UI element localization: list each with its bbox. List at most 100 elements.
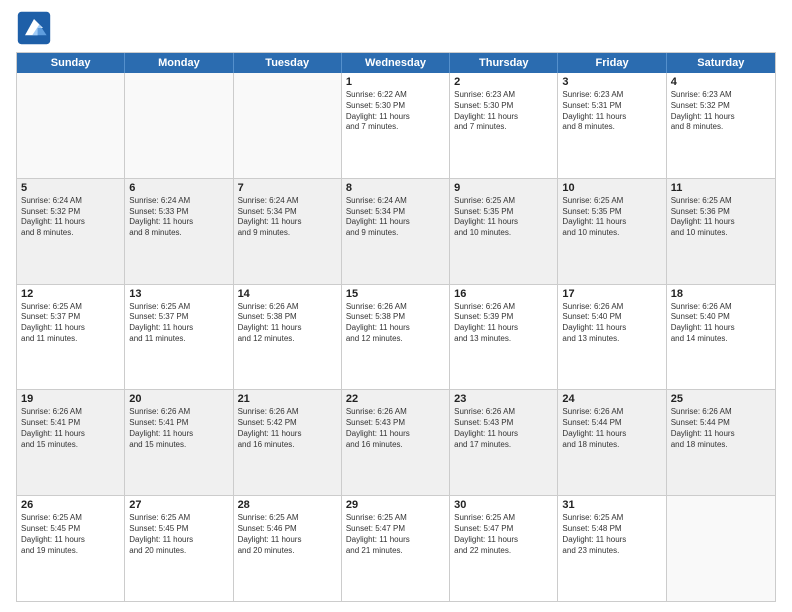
day-number: 27	[129, 499, 228, 511]
calendar-cell: 28Sunrise: 6:25 AM Sunset: 5:46 PM Dayli…	[234, 496, 342, 601]
calendar-cell: 6 Sunrise: 6:24 AM Sunset: 5:33 PM Daylig…	[125, 179, 233, 284]
calendar-cell: 25 Sunrise: 6:26 AM Sunset: 5:44 PM Dayli…	[667, 390, 775, 495]
day-info: Sunrise: 6:26 AM Sunset: 5:40 PM Dayligh…	[671, 302, 771, 345]
calendar-cell: 1Sunrise: 6:22 AM Sunset: 5:30 PM Daylig…	[342, 73, 450, 178]
day-info: Sunrise: 6:25 AM Sunset: 5:45 PM Dayligh…	[129, 513, 228, 556]
calendar-cell: 13 Sunrise: 6:25 AM Sunset: 5:37 PM Dayli…	[125, 285, 233, 390]
weekday-header-sunday: Sunday	[17, 53, 125, 73]
day-info: Sunrise: 6:25 AM Sunset: 5:37 PM Dayligh…	[129, 302, 228, 345]
day-info: Sunrise: 6:25 AM Sunset: 5:48 PM Dayligh…	[562, 513, 661, 556]
day-info: Sunrise: 6:26 AM Sunset: 5:41 PM Dayligh…	[129, 407, 228, 450]
day-number: 25	[671, 393, 771, 405]
day-number: 23	[454, 393, 553, 405]
header	[16, 10, 776, 46]
day-number: 14	[238, 288, 337, 300]
day-info: Sunrise: 6:24 AM Sunset: 5:34 PM Dayligh…	[346, 196, 445, 239]
calendar-cell: 26 Sunrise: 6:25 AM Sunset: 5:45 PM Dayli…	[17, 496, 125, 601]
day-number: 8	[346, 182, 445, 194]
day-number: 30	[454, 499, 553, 511]
calendar-cell	[17, 73, 125, 178]
day-number: 13	[129, 288, 228, 300]
day-number: 17	[562, 288, 661, 300]
weekday-header-friday: Friday	[558, 53, 666, 73]
day-info: Sunrise: 6:24 AM Sunset: 5:33 PM Dayligh…	[129, 196, 228, 239]
calendar-cell: 30 Sunrise: 6:25 AM Sunset: 5:47 PM Dayli…	[450, 496, 558, 601]
calendar-cell: 10 Sunrise: 6:25 AM Sunset: 5:35 PM Dayli…	[558, 179, 666, 284]
day-number: 26	[21, 499, 120, 511]
day-number: 31	[562, 499, 661, 511]
calendar-cell: 15Sunrise: 6:26 AM Sunset: 5:38 PM Dayli…	[342, 285, 450, 390]
day-info: Sunrise: 6:26 AM Sunset: 5:42 PM Dayligh…	[238, 407, 337, 450]
day-info: Sunrise: 6:26 AM Sunset: 5:38 PM Dayligh…	[238, 302, 337, 345]
day-info: Sunrise: 6:25 AM Sunset: 5:47 PM Dayligh…	[454, 513, 553, 556]
calendar-row: 26 Sunrise: 6:25 AM Sunset: 5:45 PM Dayli…	[17, 496, 775, 601]
day-number: 7	[238, 182, 337, 194]
day-info: Sunrise: 6:26 AM Sunset: 5:43 PM Dayligh…	[346, 407, 445, 450]
day-info: Sunrise: 6:23 AM Sunset: 5:31 PM Dayligh…	[562, 90, 661, 133]
calendar-row: 12 Sunrise: 6:25 AM Sunset: 5:37 PM Dayli…	[17, 285, 775, 391]
logo	[16, 10, 56, 46]
day-info: Sunrise: 6:26 AM Sunset: 5:44 PM Dayligh…	[562, 407, 661, 450]
calendar-cell: 12 Sunrise: 6:25 AM Sunset: 5:37 PM Dayli…	[17, 285, 125, 390]
calendar-cell: 18 Sunrise: 6:26 AM Sunset: 5:40 PM Dayli…	[667, 285, 775, 390]
day-info: Sunrise: 6:26 AM Sunset: 5:41 PM Dayligh…	[21, 407, 120, 450]
calendar-cell: 8 Sunrise: 6:24 AM Sunset: 5:34 PM Daylig…	[342, 179, 450, 284]
day-info: Sunrise: 6:25 AM Sunset: 5:45 PM Dayligh…	[21, 513, 120, 556]
calendar-cell: 22 Sunrise: 6:26 AM Sunset: 5:43 PM Dayli…	[342, 390, 450, 495]
day-info: Sunrise: 6:25 AM Sunset: 5:37 PM Dayligh…	[21, 302, 120, 345]
calendar-cell: 29 Sunrise: 6:25 AM Sunset: 5:47 PM Dayli…	[342, 496, 450, 601]
day-info: Sunrise: 6:22 AM Sunset: 5:30 PM Dayligh…	[346, 90, 445, 133]
day-number: 20	[129, 393, 228, 405]
day-number: 21	[238, 393, 337, 405]
day-info: Sunrise: 6:26 AM Sunset: 5:38 PM Dayligh…	[346, 302, 445, 345]
day-info: Sunrise: 6:25 AM Sunset: 5:35 PM Dayligh…	[562, 196, 661, 239]
calendar-row: 19 Sunrise: 6:26 AM Sunset: 5:41 PM Dayli…	[17, 390, 775, 496]
calendar-cell: 17 Sunrise: 6:26 AM Sunset: 5:40 PM Dayli…	[558, 285, 666, 390]
day-number: 19	[21, 393, 120, 405]
calendar-cell: 20 Sunrise: 6:26 AM Sunset: 5:41 PM Dayli…	[125, 390, 233, 495]
calendar-cell: 24 Sunrise: 6:26 AM Sunset: 5:44 PM Dayli…	[558, 390, 666, 495]
day-number: 5	[21, 182, 120, 194]
weekday-header-monday: Monday	[125, 53, 233, 73]
calendar-cell: 23 Sunrise: 6:26 AM Sunset: 5:43 PM Dayli…	[450, 390, 558, 495]
day-number: 12	[21, 288, 120, 300]
day-info: Sunrise: 6:24 AM Sunset: 5:34 PM Dayligh…	[238, 196, 337, 239]
calendar-cell: 2Sunrise: 6:23 AM Sunset: 5:30 PM Daylig…	[450, 73, 558, 178]
day-info: Sunrise: 6:25 AM Sunset: 5:35 PM Dayligh…	[454, 196, 553, 239]
calendar-cell: 16 Sunrise: 6:26 AM Sunset: 5:39 PM Dayli…	[450, 285, 558, 390]
day-info: Sunrise: 6:26 AM Sunset: 5:39 PM Dayligh…	[454, 302, 553, 345]
day-info: Sunrise: 6:24 AM Sunset: 5:32 PM Dayligh…	[21, 196, 120, 239]
day-info: Sunrise: 6:26 AM Sunset: 5:40 PM Dayligh…	[562, 302, 661, 345]
day-number: 9	[454, 182, 553, 194]
day-number: 29	[346, 499, 445, 511]
logo-icon	[16, 10, 52, 46]
calendar-cell: 14 Sunrise: 6:26 AM Sunset: 5:38 PM Dayli…	[234, 285, 342, 390]
day-info: Sunrise: 6:25 AM Sunset: 5:47 PM Dayligh…	[346, 513, 445, 556]
calendar-cell: 3Sunrise: 6:23 AM Sunset: 5:31 PM Daylig…	[558, 73, 666, 178]
day-number: 6	[129, 182, 228, 194]
calendar-row: 5 Sunrise: 6:24 AM Sunset: 5:32 PM Daylig…	[17, 179, 775, 285]
calendar-cell: 21 Sunrise: 6:26 AM Sunset: 5:42 PM Dayli…	[234, 390, 342, 495]
day-number: 24	[562, 393, 661, 405]
calendar-cell: 4Sunrise: 6:23 AM Sunset: 5:32 PM Daylig…	[667, 73, 775, 178]
calendar-cell: 11 Sunrise: 6:25 AM Sunset: 5:36 PM Dayli…	[667, 179, 775, 284]
calendar-row: 1Sunrise: 6:22 AM Sunset: 5:30 PM Daylig…	[17, 73, 775, 179]
calendar-cell: 19 Sunrise: 6:26 AM Sunset: 5:41 PM Dayli…	[17, 390, 125, 495]
day-info: Sunrise: 6:25 AM Sunset: 5:36 PM Dayligh…	[671, 196, 771, 239]
day-number: 18	[671, 288, 771, 300]
day-number: 16	[454, 288, 553, 300]
calendar-cell	[234, 73, 342, 178]
day-number: 11	[671, 182, 771, 194]
calendar-cell	[125, 73, 233, 178]
weekday-header-saturday: Saturday	[667, 53, 775, 73]
day-info: Sunrise: 6:26 AM Sunset: 5:43 PM Dayligh…	[454, 407, 553, 450]
calendar-cell: 9 Sunrise: 6:25 AM Sunset: 5:35 PM Daylig…	[450, 179, 558, 284]
calendar-cell: 27 Sunrise: 6:25 AM Sunset: 5:45 PM Dayli…	[125, 496, 233, 601]
day-info: Sunrise: 6:26 AM Sunset: 5:44 PM Dayligh…	[671, 407, 771, 450]
calendar-body: 1Sunrise: 6:22 AM Sunset: 5:30 PM Daylig…	[17, 73, 775, 601]
day-number: 22	[346, 393, 445, 405]
day-info: Sunrise: 6:23 AM Sunset: 5:32 PM Dayligh…	[671, 90, 771, 133]
day-number: 10	[562, 182, 661, 194]
calendar: SundayMondayTuesdayWednesdayThursdayFrid…	[16, 52, 776, 602]
calendar-cell: 31 Sunrise: 6:25 AM Sunset: 5:48 PM Dayli…	[558, 496, 666, 601]
